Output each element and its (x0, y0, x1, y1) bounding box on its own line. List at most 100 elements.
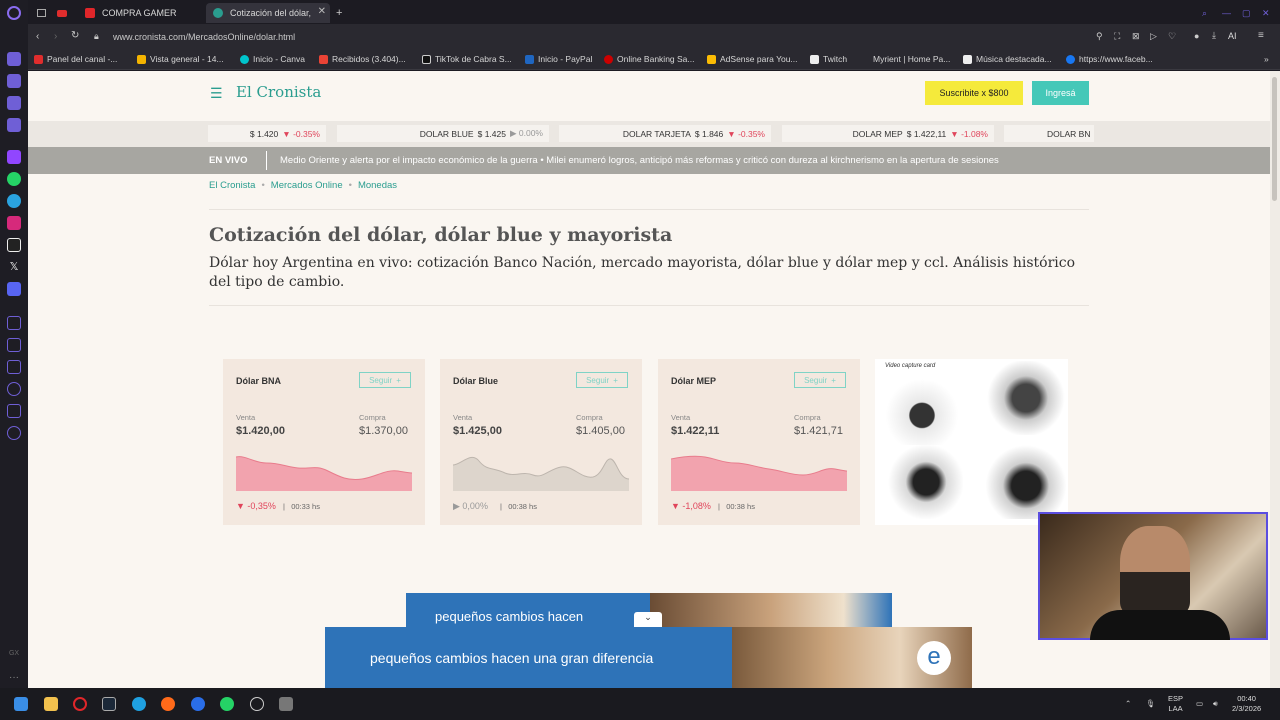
language-indicator[interactable]: ESP LAA (1168, 694, 1183, 714)
workspace-icon[interactable] (7, 74, 21, 88)
bookmark-item[interactable]: Música destacada... (963, 54, 1052, 64)
instagram-icon[interactable] (7, 216, 21, 230)
bookmark-item[interactable]: Vista general - 14... (137, 54, 224, 64)
ticker-item[interactable]: DOLAR BLUE $ 1.425 ▶ 0.00% (337, 125, 549, 142)
new-tab-button[interactable]: + (332, 3, 348, 23)
minimize-icon[interactable]: — (1222, 3, 1236, 23)
tab-cronista[interactable]: Cotización del dólar, ✕ (206, 3, 330, 23)
network-icon[interactable]: ▭ (1196, 699, 1203, 709)
settings-gear-icon[interactable] (7, 426, 21, 440)
close-tab-icon[interactable]: ✕ (318, 6, 326, 17)
lock-icon[interactable]: 🔒︎ (94, 31, 99, 42)
tabs-icon[interactable] (7, 316, 21, 330)
whatsapp-icon[interactable] (7, 172, 21, 186)
live-news-bar: EN VIVO Medio Oriente y alerta por el im… (28, 147, 1270, 174)
volume-icon[interactable]: 🔊︎ (1213, 699, 1218, 709)
microphone-icon[interactable]: 🎙︎ (1146, 699, 1156, 709)
subscribe-button[interactable]: Suscribite x $800 (925, 81, 1023, 105)
more-bookmarks-icon[interactable]: » (1264, 54, 1269, 64)
pin-icon[interactable]: ⚲ (1096, 31, 1103, 42)
discord-icon[interactable] (7, 282, 21, 296)
tab-compra-gamer[interactable]: COMPRA GAMER (78, 3, 203, 23)
gx-icon[interactable]: GX (7, 650, 21, 664)
back-icon[interactable]: ‹ (36, 31, 39, 42)
bookmarks-icon[interactable] (7, 118, 21, 132)
clock[interactable]: 00:40 2/3/2026 (1232, 694, 1261, 714)
workspaces-icon[interactable] (34, 3, 50, 23)
battlenet-icon[interactable] (191, 697, 205, 711)
tiktok-icon[interactable] (7, 238, 21, 252)
bookmark-item[interactable]: TikTok de Cabra S... (422, 54, 512, 64)
bookmark-item[interactable]: Inicio - PayPal (525, 54, 592, 64)
breadcrumb-link[interactable]: Mercados Online (271, 180, 343, 191)
opera-logo-icon[interactable] (7, 6, 21, 20)
quote-card-blue[interactable]: Dólar Blue Seguir + Venta Compra $1.425,0… (440, 359, 642, 525)
file-explorer-icon[interactable] (44, 697, 58, 711)
bookmark-item[interactable]: Recibidos (3.404)... (319, 54, 406, 64)
steam-icon[interactable] (102, 697, 116, 711)
cronista-favicon-icon (213, 8, 223, 18)
calculator-icon[interactable] (279, 697, 293, 711)
more-icon[interactable]: ··· (7, 672, 21, 686)
ai-button[interactable]: AI (1228, 31, 1237, 41)
product-ad[interactable]: Video capture card (875, 359, 1068, 525)
tray-expand-icon[interactable]: ⌃ (1125, 699, 1131, 709)
adblock-icon[interactable]: ⊠ (1132, 31, 1140, 42)
history-icon[interactable] (7, 338, 21, 352)
youtube-tab-icon[interactable] (54, 3, 70, 23)
breadcrumb-link[interactable]: Monedas (358, 180, 397, 191)
site-logo[interactable]: El Cronista (236, 83, 321, 101)
live-news-headline[interactable]: Medio Oriente y alerta por el impacto ec… (280, 155, 999, 166)
profile-icon[interactable]: ● (1194, 31, 1199, 41)
page-scrollbar[interactable] (1270, 71, 1280, 688)
follow-button[interactable]: Seguir + (359, 372, 411, 388)
windows-start-icon[interactable] (14, 697, 28, 711)
whatsapp-icon[interactable] (220, 697, 234, 711)
collapse-ad-button[interactable]: ⌄ (634, 612, 662, 627)
login-button[interactable]: Ingresá (1032, 81, 1089, 105)
menu-icon[interactable]: ≡ (1258, 30, 1264, 41)
quote-card-mep[interactable]: Dólar MEP Seguir + Venta Compra $1.422,11… (658, 359, 860, 525)
heart-icon[interactable]: ♡ (1168, 31, 1176, 42)
adsense-icon (707, 54, 716, 64)
forward-icon[interactable]: › (54, 31, 57, 42)
sticky-bottom-ad[interactable]: pequeños cambios hacen una gran diferenc… (325, 627, 972, 688)
downloads-icon[interactable] (7, 360, 21, 374)
follow-button[interactable]: Seguir + (794, 372, 846, 388)
firefox-icon[interactable] (161, 697, 175, 711)
opera-gx-icon[interactable] (73, 697, 87, 711)
bookmark-item[interactable]: Online Banking Sa... (604, 54, 695, 64)
scroll-thumb[interactable] (1272, 77, 1277, 201)
bookmark-item[interactable]: Panel del canal -... (34, 54, 117, 64)
bookmark-item[interactable]: Twitch (810, 54, 847, 64)
ticker-item[interactable]: DOLAR BN (1004, 125, 1094, 142)
quote-card-bna[interactable]: Dólar BNA Seguir + Venta Compra $1.420,00… (223, 359, 425, 525)
ticker-item[interactable]: DOLAR MEP $ 1.422,11 ▼ -1.08% (782, 125, 994, 142)
player-icon[interactable]: ▷ (1150, 31, 1157, 42)
hamburger-menu-icon[interactable]: ☰ (210, 85, 223, 102)
ai-icon[interactable] (7, 52, 21, 66)
snapshot-icon[interactable]: ⛶ (1114, 31, 1120, 42)
url-field[interactable]: www.cronista.com/MercadosOnline/dolar.ht… (113, 32, 295, 42)
clock-icon[interactable] (7, 382, 21, 396)
twitch-icon[interactable] (7, 150, 21, 164)
bookmark-item[interactable]: AdSense para You... (707, 54, 798, 64)
ticker-item[interactable]: DOLAR TARJETA $ 1.846 ▼ -0.35% (559, 125, 771, 142)
reload-icon[interactable]: ↻ (71, 30, 79, 41)
x-icon[interactable]: 𝕏 (7, 260, 21, 274)
extensions-icon[interactable] (7, 404, 21, 418)
bookmark-item[interactable]: Myrient | Home Pa... (860, 54, 950, 64)
search-tabs-icon[interactable]: ⌕ (1202, 3, 1216, 23)
bookmark-item[interactable]: Inicio - Canva (240, 54, 305, 64)
obs-icon[interactable] (250, 697, 264, 711)
follow-button[interactable]: Seguir + (576, 372, 628, 388)
close-window-icon[interactable]: ✕ (1262, 3, 1276, 23)
maximize-icon[interactable]: ▢ (1242, 3, 1256, 23)
download-icon[interactable]: ⤓ (1212, 30, 1216, 41)
bookmark-item[interactable]: https://www.faceb... (1066, 54, 1153, 64)
ticker-item[interactable]: $ 1.420 ▼ -0.35% (208, 125, 326, 142)
breadcrumb-link[interactable]: El Cronista (209, 180, 255, 191)
edge-icon[interactable] (132, 697, 146, 711)
speed-dial-icon[interactable] (7, 96, 21, 110)
telegram-icon[interactable] (7, 194, 21, 208)
